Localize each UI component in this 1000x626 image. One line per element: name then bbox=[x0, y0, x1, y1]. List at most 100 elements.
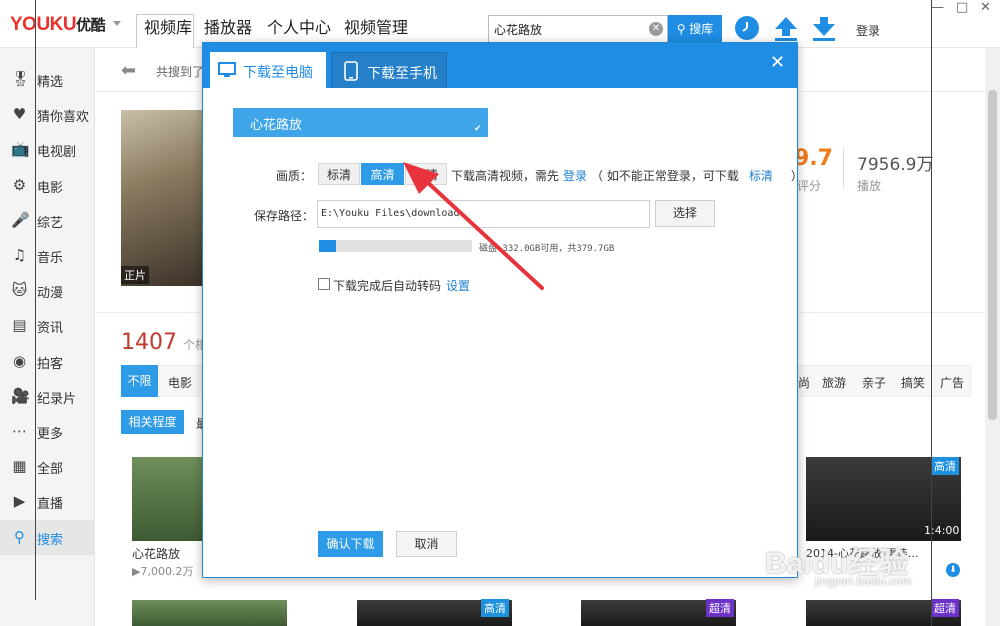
confirm-download-button[interactable]: 确认下载 bbox=[318, 531, 383, 557]
sidebar-item[interactable]: ♫ 音乐 bbox=[0, 238, 95, 273]
tv-icon: 📺 bbox=[11, 140, 30, 159]
video-thumbnail[interactable] bbox=[132, 600, 287, 626]
quality-label: 画质： bbox=[276, 169, 313, 183]
download-icon[interactable] bbox=[810, 14, 838, 42]
movie-poster[interactable] bbox=[121, 110, 203, 286]
sidebar-item[interactable]: ▦ 全部 bbox=[0, 449, 95, 484]
sidebar-item[interactable]: ⚙ 电影 bbox=[0, 168, 95, 203]
monitor-icon bbox=[218, 62, 236, 77]
news-icon: ▤ bbox=[12, 316, 27, 335]
poster-badge: 正片 bbox=[121, 266, 149, 284]
medal-icon: 🎖 bbox=[11, 70, 31, 88]
sidebar-item-label: 更多 bbox=[37, 427, 64, 442]
sidebar-item[interactable]: 🎖 精选 bbox=[0, 62, 95, 97]
clear-icon[interactable]: ✕ bbox=[649, 22, 663, 36]
chevron-down-icon[interactable] bbox=[113, 21, 121, 26]
maximize-icon[interactable]: □ bbox=[956, 0, 968, 15]
sidebar-item[interactable]: 🐱 动漫 bbox=[0, 273, 95, 308]
filter-tag-family[interactable]: 亲子 bbox=[862, 374, 886, 391]
play-count: 7956.9万 bbox=[857, 155, 934, 175]
chevron-down-icon[interactable]: ✔ bbox=[474, 124, 482, 134]
cat-face-icon: 🐱 bbox=[11, 281, 28, 300]
overlay-line bbox=[931, 0, 932, 626]
quality-option-sd[interactable]: 标清 bbox=[318, 163, 360, 185]
sidebar-item[interactable]: ▤ 资讯 bbox=[0, 308, 95, 343]
uhd-badge: 超清 bbox=[706, 599, 734, 617]
hd-badge: 高清 bbox=[481, 599, 509, 617]
sidebar-item[interactable]: ◉ 拍客 bbox=[0, 344, 95, 379]
sidebar-item[interactable]: 🎥 纪录片 bbox=[0, 379, 95, 414]
search-icon: ⚲ bbox=[676, 22, 690, 36]
sidebar-item-label: 猜你喜欢 bbox=[37, 110, 90, 126]
sidebar-item-label: 纪录片 bbox=[37, 391, 77, 407]
sort-relevance[interactable]: 相关程度 bbox=[121, 410, 184, 434]
sidebar-item-label: 电视剧 bbox=[37, 145, 77, 161]
minimize-icon[interactable]: — bbox=[931, 0, 944, 15]
live-camera-icon: ▶ bbox=[13, 492, 26, 511]
close-icon[interactable]: ✕ bbox=[770, 52, 785, 73]
disk-usage-fill bbox=[319, 240, 336, 252]
sidebar-item-label: 资讯 bbox=[37, 321, 64, 337]
tab-download-to-pc[interactable]: 下载至电脑 bbox=[210, 52, 326, 88]
history-clock-icon[interactable] bbox=[735, 16, 759, 40]
camera-icon: ◉ bbox=[12, 351, 27, 370]
login-link[interactable]: 登录 bbox=[856, 22, 880, 39]
sidebar-item[interactable]: ♥ 猜你喜欢 bbox=[0, 97, 95, 132]
download-circle-icon[interactable]: ⬇ bbox=[946, 563, 960, 577]
sidebar-item-label: 搜索 bbox=[37, 532, 64, 548]
path-label: 保存路径： bbox=[254, 209, 315, 223]
search-query: 心花路放 bbox=[494, 23, 543, 37]
sidebar-item-label: 拍客 bbox=[37, 356, 64, 372]
filter-tag[interactable]: 尚 bbox=[798, 374, 810, 391]
filter-tag-movie[interactable]: 电影 bbox=[168, 374, 192, 391]
sidebar-item-label: 全部 bbox=[37, 462, 64, 478]
upload-icon[interactable] bbox=[772, 14, 800, 42]
video-title-value: 心花路放 bbox=[250, 118, 303, 133]
music-note-icon: ♫ bbox=[12, 246, 27, 264]
back-arrow-icon[interactable]: ⬅ bbox=[121, 60, 136, 81]
tab-personal-center[interactable]: 个人中心 bbox=[263, 14, 335, 42]
tab-player[interactable]: 播放器 bbox=[200, 14, 256, 42]
sidebar-item-label: 电影 bbox=[37, 180, 64, 196]
sidebar-item-label: 精选 bbox=[37, 75, 64, 90]
search-button[interactable]: ⚲ 搜库 bbox=[668, 15, 722, 43]
grid-icon: ▦ bbox=[12, 457, 27, 476]
video-thumbnail[interactable] bbox=[132, 457, 202, 541]
sidebar-item[interactable]: 🎤 综艺 bbox=[0, 203, 95, 238]
tab-video-management[interactable]: 视频管理 bbox=[340, 14, 412, 42]
tab-download-to-phone[interactable]: 下载至手机 bbox=[331, 52, 447, 88]
sidebar-item[interactable]: ⋯ 更多 bbox=[0, 414, 95, 449]
sidebar-item-label: 综艺 bbox=[37, 215, 64, 231]
login-link[interactable]: 登录 bbox=[563, 169, 587, 183]
close-window-icon[interactable]: ✕ bbox=[980, 0, 991, 15]
tab-video-library[interactable]: 视频库 bbox=[140, 14, 196, 42]
auto-convert-checkbox[interactable] bbox=[318, 278, 330, 290]
sidebar-item[interactable]: 📺 电视剧 bbox=[0, 132, 95, 167]
filter-tag-all[interactable]: 不限 bbox=[121, 365, 158, 397]
video-duration: 1:4:00 bbox=[924, 524, 960, 537]
phone-icon bbox=[344, 61, 358, 81]
sidebar-item[interactable]: ⚲ 搜索 bbox=[0, 519, 95, 555]
hd-badge: 高清 bbox=[931, 457, 959, 475]
video-play-count: ▶7,000.2万 bbox=[132, 565, 194, 578]
overlay-line bbox=[35, 0, 36, 600]
scrollbar-thumb[interactable] bbox=[988, 90, 997, 420]
choose-path-button[interactable]: 选择 bbox=[655, 200, 715, 227]
filter-tag-ads[interactable]: 广告 bbox=[940, 374, 964, 391]
filter-tag-travel[interactable]: 旅游 bbox=[822, 374, 846, 391]
search-icon: ⚲ bbox=[14, 527, 25, 546]
cancel-button[interactable]: 取消 bbox=[396, 531, 457, 557]
uhd-badge: 超清 bbox=[931, 599, 959, 617]
sidebar-item[interactable]: ▶ 直播 bbox=[0, 484, 95, 519]
microphone-icon: 🎤 bbox=[11, 210, 30, 229]
annotation-arrow bbox=[403, 162, 544, 290]
heart-icon: ♥ bbox=[12, 105, 27, 124]
sd-download-link[interactable]: 标清 bbox=[749, 169, 773, 183]
filter-tag-comedy[interactable]: 搞笑 bbox=[901, 374, 925, 391]
divider bbox=[843, 148, 844, 188]
watermark-url: jingyan.baidu.com bbox=[815, 574, 912, 588]
video-title[interactable]: 心花路放 bbox=[132, 545, 180, 562]
sidebar-item-label: 音乐 bbox=[37, 251, 64, 266]
youku-logo[interactable]: YOUKU优酷 bbox=[10, 14, 106, 36]
play-label: 播放 bbox=[857, 179, 882, 193]
